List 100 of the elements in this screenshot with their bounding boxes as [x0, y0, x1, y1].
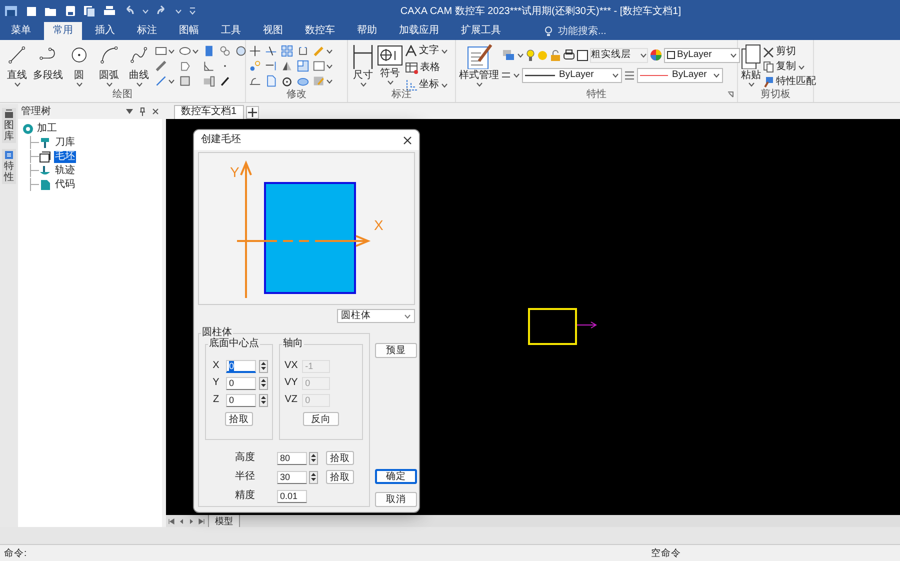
- caret-icon[interactable]: [730, 52, 737, 58]
- linetype-dropdown[interactable]: ByLayer: [522, 68, 622, 82]
- caret-icon[interactable]: [513, 72, 520, 78]
- caret-icon[interactable]: [14, 82, 20, 87]
- filled-rectangle-icon[interactable]: [203, 45, 215, 57]
- offset-icon[interactable]: [249, 75, 261, 87]
- ribbon-tool-button[interactable]: 粘贴: [741, 42, 761, 88]
- document-tab[interactable]: 数控车文档1: [174, 105, 244, 119]
- sphere-icon[interactable]: [235, 45, 247, 57]
- caret-icon[interactable]: [404, 314, 411, 318]
- spin-up-icon[interactable]: [311, 472, 316, 476]
- ok-button[interactable]: 确定: [375, 469, 417, 484]
- dropdown-icon[interactable]: [126, 109, 133, 114]
- ribbon-tab[interactable]: 视图: [254, 22, 292, 40]
- page-icon[interactable]: [265, 75, 277, 87]
- ribbon-tool-button[interactable]: 符号: [377, 42, 403, 86]
- caret-icon[interactable]: [748, 82, 754, 87]
- input-field[interactable]: 0: [226, 360, 256, 372]
- cloud-icon[interactable]: [297, 75, 309, 87]
- mirror-icon[interactable]: [281, 60, 293, 72]
- ribbon-tab[interactable]: 图幅: [170, 22, 208, 40]
- caret-icon[interactable]: [326, 64, 333, 68]
- ribbon-tool-button[interactable]: 曲线: [125, 42, 153, 88]
- lineweight-dropdown[interactable]: ByLayer: [637, 68, 723, 82]
- save-all-icon[interactable]: [83, 5, 96, 17]
- frame-icon[interactable]: [297, 60, 309, 72]
- move-icon[interactable]: [249, 45, 261, 57]
- caret-icon[interactable]: [168, 78, 175, 84]
- tree-item[interactable]: 刀库: [54, 136, 76, 148]
- lineweight-icon[interactable]: [624, 70, 635, 80]
- trim-icon[interactable]: [265, 45, 277, 57]
- layout-tab[interactable]: 模型: [208, 514, 240, 528]
- caret-icon[interactable]: [168, 48, 175, 54]
- caret-icon[interactable]: [386, 80, 394, 85]
- caret-icon[interactable]: [441, 48, 448, 54]
- input-field[interactable]: 0: [226, 376, 256, 390]
- caret-icon[interactable]: [517, 52, 524, 58]
- next-icon[interactable]: [188, 518, 195, 524]
- search-field[interactable]: 功能搜索...: [558, 24, 606, 38]
- pick-button[interactable]: 拾取: [225, 412, 254, 426]
- caret-icon[interactable]: [326, 78, 333, 84]
- print-icon[interactable]: [103, 5, 116, 17]
- ribbon-tool-button[interactable]: 直线: [3, 42, 31, 88]
- preview-button[interactable]: 预显: [375, 343, 417, 358]
- spin-down-icon[interactable]: [311, 459, 316, 462]
- pin-icon[interactable]: [139, 107, 146, 116]
- thick-line-icon[interactable]: [155, 60, 167, 72]
- ribbon-tool-button[interactable]: 圆: [65, 42, 93, 88]
- lines-icon[interactable]: [501, 71, 511, 79]
- ribbon-tab[interactable]: 扩展工具: [452, 22, 510, 40]
- caret-icon[interactable]: [476, 82, 482, 87]
- side-tab[interactable]: 图库: [2, 108, 16, 143]
- ribbon-tool-button[interactable]: 样式管理: [459, 42, 499, 88]
- nodes-icon[interactable]: [249, 60, 261, 72]
- ribbon-tool-button[interactable]: 圆弧: [95, 42, 123, 88]
- layer-icon[interactable]: [501, 48, 515, 62]
- dashed-rectangle-icon[interactable]: [313, 60, 325, 72]
- spin-down-icon[interactable]: [261, 384, 266, 388]
- ellipse-icon[interactable]: [179, 45, 191, 57]
- shape-dropdown[interactable]: 圆柱体: [337, 309, 415, 323]
- dialog-launcher-icon[interactable]: [727, 91, 734, 98]
- ribbon-tab[interactable]: 常用: [44, 22, 82, 40]
- pen-icon[interactable]: [219, 75, 231, 87]
- polygon-icon[interactable]: [179, 60, 191, 72]
- ribbon-tool-button[interactable]: 文字: [405, 44, 448, 58]
- layer-dropdown[interactable]: 粗实线层: [590, 48, 648, 62]
- caret-icon[interactable]: [640, 52, 647, 58]
- caret-icon[interactable]: [441, 82, 448, 88]
- ribbon-tool-button[interactable]: 尺寸: [351, 42, 375, 88]
- caret-icon[interactable]: [76, 82, 82, 87]
- last-icon[interactable]: [198, 518, 205, 524]
- tree-item[interactable]: 代码: [54, 178, 76, 190]
- ribbon-tab[interactable]: 数控车: [296, 22, 344, 40]
- spin-up-icon[interactable]: [261, 378, 266, 382]
- input-field[interactable]: 0: [226, 394, 256, 406]
- tree-item[interactable]: 轨迹: [54, 164, 76, 176]
- caret-icon[interactable]: [326, 48, 333, 54]
- rectangle-icon[interactable]: [155, 45, 167, 57]
- customize-icon[interactable]: [189, 7, 196, 15]
- caret-icon[interactable]: [360, 82, 366, 87]
- rotate-icon[interactable]: [281, 75, 293, 87]
- caret-icon[interactable]: [713, 72, 720, 78]
- open-folder-icon[interactable]: [44, 5, 57, 17]
- tree-item[interactable]: 毛坯: [54, 150, 76, 162]
- spin-down-icon[interactable]: [261, 367, 266, 370]
- close-icon[interactable]: [403, 136, 412, 144]
- extend-icon[interactable]: [265, 60, 277, 72]
- ribbon-tool-button[interactable]: 表格: [405, 61, 448, 75]
- input-field[interactable]: 80: [277, 452, 307, 464]
- spin-down-icon[interactable]: [261, 401, 266, 404]
- tree-root[interactable]: 加工: [37, 122, 57, 134]
- close-icon[interactable]: [152, 108, 159, 115]
- pick-button[interactable]: 拾取: [326, 451, 354, 465]
- new-file-icon[interactable]: [25, 5, 37, 17]
- ribbon-tab[interactable]: 帮助: [348, 22, 386, 40]
- caret-icon[interactable]: [106, 82, 112, 87]
- ribbon-tool-button[interactable]: 复制: [763, 60, 816, 74]
- ribbon-tab[interactable]: 工具: [212, 22, 250, 40]
- spin-up-icon[interactable]: [261, 362, 266, 365]
- ribbon-tab[interactable]: 加载应用: [390, 22, 448, 40]
